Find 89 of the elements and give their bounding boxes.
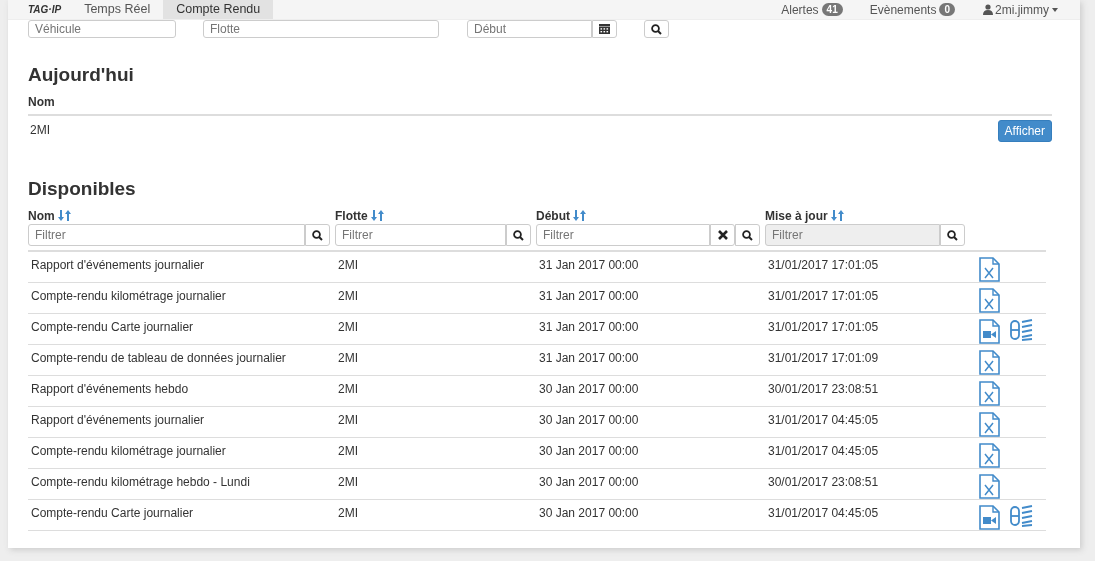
events-link[interactable]: Evènements: [869, 2, 937, 17]
sort-icon[interactable]: [830, 210, 844, 221]
caret-icon: [1052, 7, 1058, 12]
table-cell-text: 2MI: [337, 382, 359, 396]
table-cell-text: 31/01/2017 04:45:05: [767, 444, 880, 458]
table-cell-text: 2MI: [337, 506, 359, 520]
table-cell-text: 31 Jan 2017 00:00: [538, 351, 640, 365]
table-cell-text: 2MI: [337, 320, 359, 334]
search-icon: [947, 229, 958, 241]
calendar-icon: [599, 24, 610, 34]
table-cell-text: 2MI: [337, 444, 359, 458]
table-cell-text: Compte-rendu kilométrage journalier: [30, 444, 227, 458]
column-header: Mise à jour: [765, 208, 828, 223]
alerts-link[interactable]: Alertes: [781, 2, 819, 17]
table-cell-text: 31 Jan 2017 00:00: [538, 320, 640, 334]
spreadsheet-file-icon[interactable]: [979, 443, 1000, 468]
table-cell-text: Rapport d'événements journalier: [30, 413, 206, 427]
column-header: Nom: [28, 95, 55, 109]
search-icon: [742, 229, 753, 241]
filter-field[interactable]: Filtrer: [536, 224, 710, 246]
table-cell-text: 2MI: [337, 413, 359, 427]
table-cell-text: 30/01/2017 23:08:51: [767, 382, 880, 396]
table-cell-text: 2MI: [337, 258, 359, 272]
table-cell-text: 30 Jan 2017 00:00: [538, 444, 640, 458]
spreadsheet-file-icon[interactable]: [979, 350, 1000, 375]
nav-tab[interactable]: Temps Réel: [71, 0, 164, 19]
sort-icon[interactable]: [57, 210, 71, 221]
nav-tab[interactable]: Compte Rendu: [163, 0, 274, 19]
close-icon: [717, 230, 728, 240]
logo: TAG·IP: [28, 4, 62, 15]
search-icon: [651, 23, 662, 35]
user-menu[interactable]: 2mi.jimmy: [995, 2, 1049, 17]
table-cell-text: 31/01/2017 04:45:05: [767, 506, 880, 520]
column-header: Flotte: [335, 208, 368, 223]
video-file-icon[interactable]: [979, 505, 1000, 530]
table-cell-text: 31/01/2017 17:01:05: [767, 320, 880, 334]
column-header: Nom: [28, 208, 55, 223]
table-cell-text: 2MI: [30, 122, 50, 139]
calendar-button[interactable]: [592, 20, 617, 38]
video-file-icon[interactable]: [979, 319, 1000, 344]
table-cell-text: 30 Jan 2017 00:00: [538, 475, 640, 489]
column-header: Début: [536, 208, 570, 223]
clear-button[interactable]: [710, 224, 735, 246]
alerts-count: 41: [821, 3, 843, 16]
search-button[interactable]: [506, 224, 531, 246]
database-list-icon[interactable]: [1010, 505, 1034, 527]
search-icon: [513, 229, 524, 241]
table-cell-text: Rapport d'événements journalier: [30, 258, 206, 272]
table-cell-text: 30/01/2017 23:08:51: [767, 475, 880, 489]
table-cell-text: Compte-rendu Carte journalier: [30, 506, 195, 520]
table-cell-text: Compte-rendu Carte journalier: [30, 320, 195, 334]
table-cell-text: 2MI: [337, 289, 359, 303]
database-list-icon[interactable]: [1010, 319, 1034, 341]
table-cell-text: 31/01/2017 17:01:09: [767, 351, 880, 365]
spreadsheet-file-icon[interactable]: [979, 474, 1000, 499]
section-title: Disponibles: [28, 177, 137, 201]
table-cell-text: 30 Jan 2017 00:00: [538, 506, 640, 520]
table-cell-text: Compte-rendu kilométrage hebdo - Lundi: [30, 475, 251, 489]
search-button[interactable]: [735, 224, 760, 246]
table-cell-text: 31/01/2017 04:45:05: [767, 413, 880, 427]
table-cell-text: 30 Jan 2017 00:00: [538, 382, 640, 396]
table-cell-text: 2MI: [337, 475, 359, 489]
search-button[interactable]: [305, 224, 330, 246]
table-cell-text: Compte-rendu kilométrage journalier: [30, 289, 227, 303]
filter-field[interactable]: Filtrer: [28, 224, 305, 246]
spreadsheet-file-icon[interactable]: [979, 288, 1000, 313]
fleet-field[interactable]: Flotte: [203, 20, 439, 38]
search-button[interactable]: [644, 20, 669, 38]
spreadsheet-file-icon[interactable]: [979, 257, 1000, 282]
table-cell-text: 31 Jan 2017 00:00: [538, 258, 640, 272]
spreadsheet-file-icon[interactable]: [979, 412, 1000, 437]
table-cell-text: 31 Jan 2017 00:00: [538, 289, 640, 303]
user-icon: [983, 4, 993, 15]
table-cell-text: 31/01/2017 17:01:05: [767, 289, 880, 303]
table-cell-text: Compte-rendu de tableau de données journalier: [30, 351, 287, 365]
table-cell-text: 2MI: [337, 351, 359, 365]
vehicle-field[interactable]: Véhicule: [28, 20, 176, 38]
filter-field[interactable]: Filtrer: [335, 224, 506, 246]
start-date-field[interactable]: Début: [467, 20, 592, 38]
section-title: Aujourd'hui: [28, 63, 135, 87]
sort-icon[interactable]: [573, 210, 586, 221]
sort-icon[interactable]: [370, 210, 384, 221]
spreadsheet-file-icon[interactable]: [979, 381, 1000, 406]
show-button[interactable]: Afficher: [997, 120, 1052, 142]
search-icon: [312, 229, 323, 241]
table-cell-text: Rapport d'événements hebdo: [30, 382, 190, 396]
table-cell-text: 30 Jan 2017 00:00: [538, 413, 640, 427]
table-cell-text: 31/01/2017 17:01:05: [767, 258, 880, 272]
events-count: 0: [939, 3, 955, 16]
